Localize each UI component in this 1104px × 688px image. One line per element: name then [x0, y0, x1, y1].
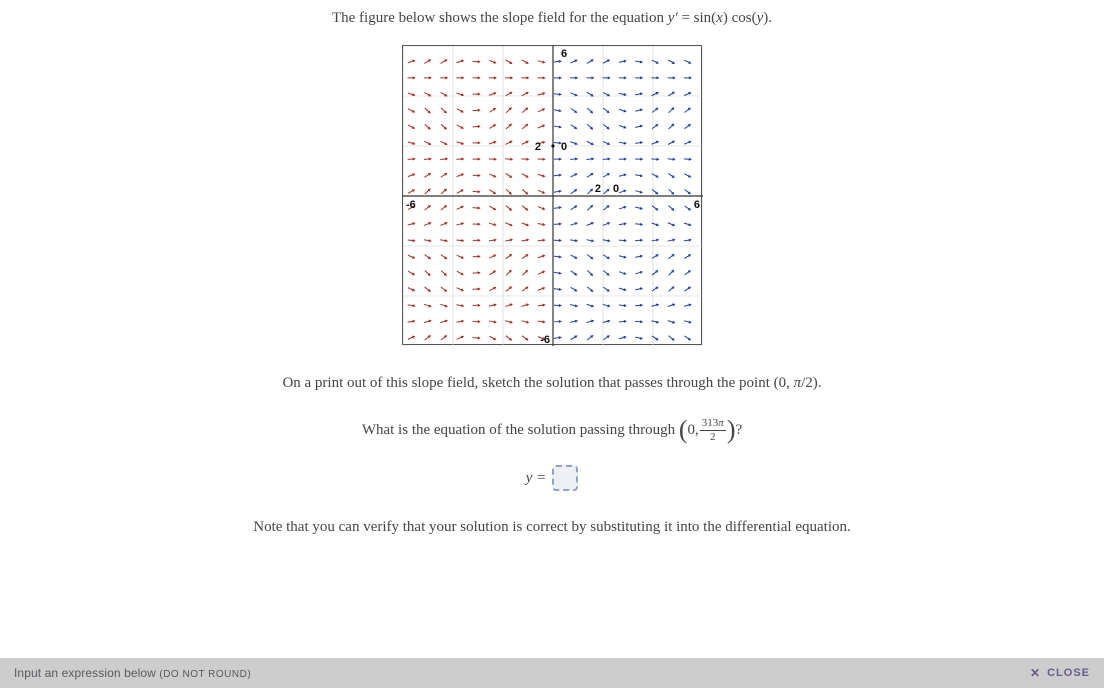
frac-den: 2	[710, 431, 716, 443]
svg-text:0: 0	[613, 183, 619, 195]
intro-prefix: The figure below shows the slope field f…	[332, 10, 668, 26]
slope-field-svg: 6-6-662020	[403, 46, 703, 346]
slope-field-figure: 6-6-662020	[40, 45, 1064, 345]
footer-prompt: Input an expression below (DO NOT ROUND)	[14, 666, 251, 680]
svg-text:6: 6	[694, 199, 700, 211]
note-line: Note that you can verify that your solut…	[40, 519, 1064, 536]
frac-num: 313π	[700, 418, 726, 431]
svg-text:-6: -6	[406, 199, 416, 211]
intro-period: .	[768, 10, 772, 26]
close-icon: ✕	[1030, 666, 1041, 680]
answer-row: y =	[40, 465, 1064, 491]
fraction: 313π2	[700, 418, 726, 443]
sketch-point: (0, π/2)	[774, 375, 818, 391]
answer-input[interactable]	[552, 465, 578, 491]
slope-field-border: 6-6-662020	[402, 45, 702, 345]
svg-text:-6: -6	[540, 334, 550, 346]
footer-prompt-a: Input an expression below	[14, 666, 159, 680]
question-line: What is the equation of the solution pas…	[40, 418, 1064, 443]
svg-text:2: 2	[595, 183, 601, 195]
question-prefix: What is the equation of the solution pas…	[362, 422, 679, 438]
svg-text:6: 6	[561, 48, 567, 60]
footer-bar: Input an expression below (DO NOT ROUND)…	[0, 658, 1104, 688]
sketch-prefix: On a print out of this slope field, sket…	[282, 375, 773, 391]
question-point: (0, 313π2)	[679, 418, 736, 443]
footer-prompt-b: (DO NOT ROUND)	[159, 669, 251, 680]
svg-text:2: 2	[535, 141, 541, 153]
eq-lhs: y′	[668, 10, 678, 26]
svg-text:0: 0	[561, 141, 567, 153]
eq-eq: =	[678, 10, 694, 26]
answer-label: y =	[526, 470, 547, 487]
p-zero: 0,	[688, 422, 699, 439]
intro-line: The figure below shows the slope field f…	[40, 10, 1064, 27]
sketch-period: .	[818, 375, 822, 391]
close-button[interactable]: ✕ CLOSE	[1030, 666, 1090, 680]
eq-rhs: sin(x) cos(y)	[694, 10, 769, 26]
sketch-line: On a print out of this slope field, sket…	[40, 375, 1064, 392]
question-mark: ?	[735, 422, 742, 438]
close-label: CLOSE	[1047, 667, 1090, 679]
